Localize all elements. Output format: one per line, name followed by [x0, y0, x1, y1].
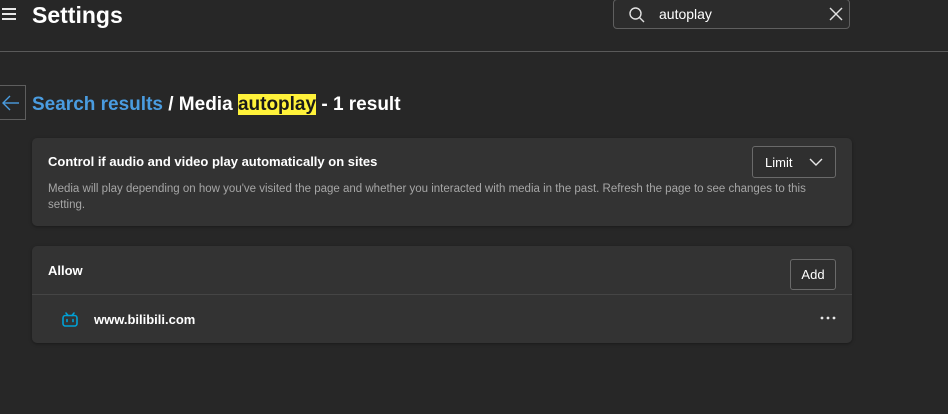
search-icon	[629, 7, 645, 23]
autoplay-setting-title: Control if audio and video play automati…	[48, 154, 378, 169]
back-arrow-icon	[2, 95, 19, 111]
add-site-button[interactable]: Add	[790, 259, 836, 290]
bilibili-icon	[62, 312, 78, 327]
search-results-link[interactable]: Search results	[32, 94, 163, 115]
menu-icon[interactable]	[0, 6, 20, 22]
autoplay-setting-description: Media will play depending on how you've …	[48, 183, 806, 211]
breadcrumb-highlight: autoplay	[237, 94, 317, 115]
breadcrumb-separator: / Media	[162, 94, 238, 115]
allow-section-title: Allow	[48, 263, 83, 278]
close-icon[interactable]	[828, 6, 844, 22]
chevron-down-icon	[809, 158, 823, 166]
autoplay-setting-card: Control if audio and video play automati…	[32, 138, 852, 226]
autoplay-dropdown[interactable]: Limit	[752, 146, 836, 178]
allow-list-card: Allow Add www.bilibili.com	[32, 246, 852, 343]
site-list-item: www.bilibili.com	[32, 295, 852, 343]
breadcrumb: Search results / Media autoplay - 1 resu…	[32, 92, 401, 118]
search-input[interactable]	[659, 4, 819, 24]
more-options-icon[interactable]	[817, 309, 839, 327]
header: Settings	[0, 0, 948, 52]
breadcrumb-result-count: - 1 result	[316, 94, 401, 115]
search-box[interactable]	[613, 0, 850, 29]
page-title: Settings	[32, 2, 123, 28]
autoplay-dropdown-value: Limit	[765, 155, 793, 170]
site-name: www.bilibili.com	[94, 312, 196, 327]
back-button[interactable]	[0, 85, 26, 120]
